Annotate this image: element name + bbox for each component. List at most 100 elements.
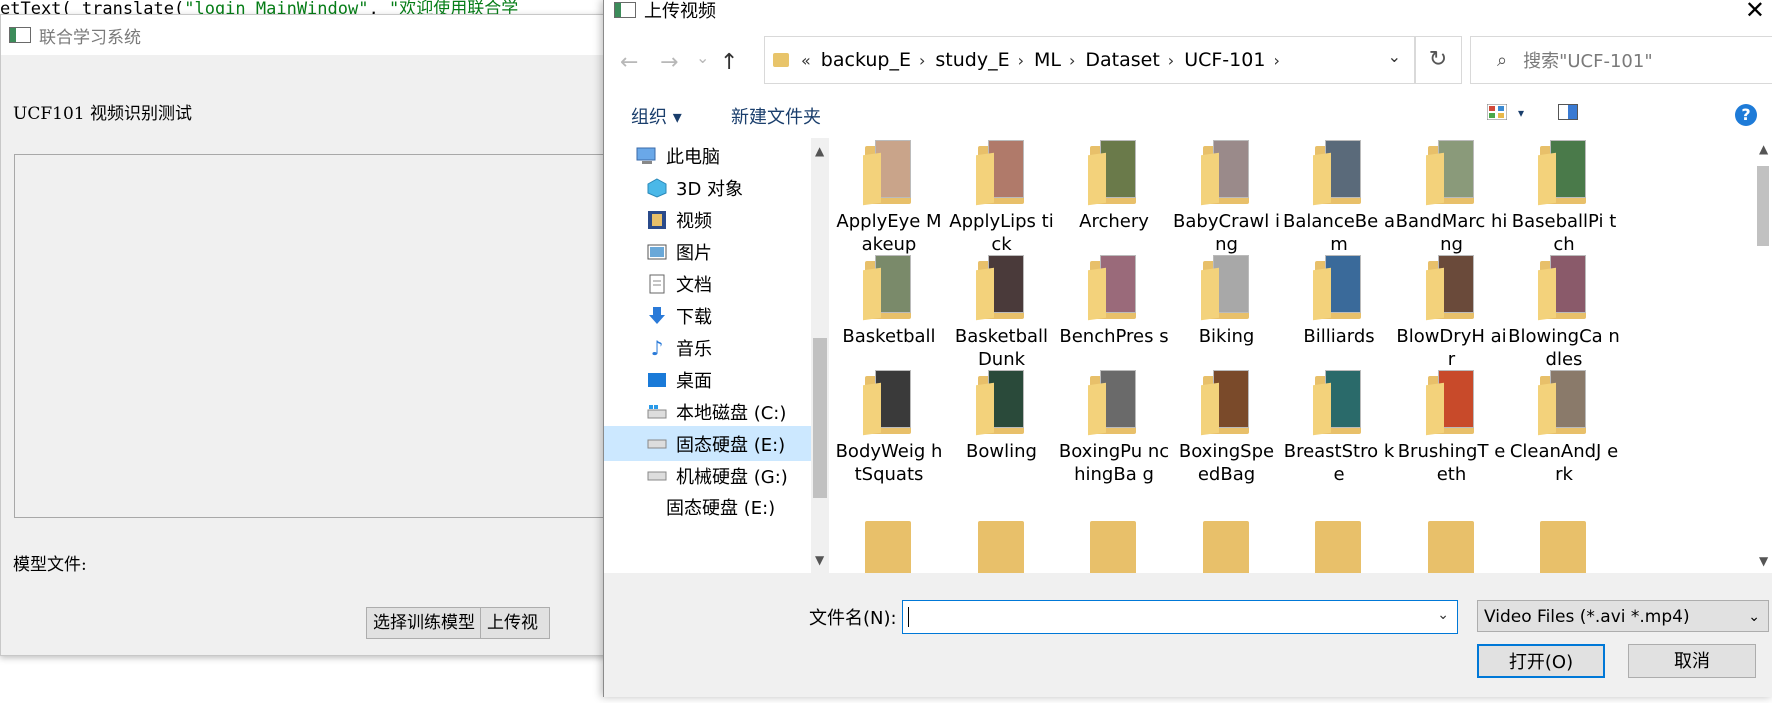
upload-video-button[interactable]: 上传视 bbox=[480, 607, 550, 639]
breadcrumb-item[interactable]: ML bbox=[1034, 49, 1061, 71]
nav-item-3d-objects[interactable]: 3D 对象 bbox=[604, 170, 822, 205]
chevron-down-icon[interactable]: ⌄ bbox=[1748, 601, 1760, 633]
folder-thumbnail-icon bbox=[1536, 255, 1592, 321]
organize-menu[interactable]: 组织 ▾ bbox=[631, 103, 682, 129]
select-model-button[interactable]: 选择训练模型 bbox=[366, 607, 482, 639]
folder-thumbnail-icon bbox=[1424, 140, 1480, 206]
close-icon[interactable]: ✕ bbox=[1745, 0, 1765, 24]
nav-item-this-pc[interactable]: 此电脑 bbox=[604, 138, 822, 173]
nav-item-downloads[interactable]: 下载 bbox=[604, 298, 822, 333]
folder-item[interactable]: BenchPres s bbox=[1058, 255, 1170, 348]
folder-item[interactable]: Bowling bbox=[946, 370, 1058, 463]
folder-item[interactable]: Basketball bbox=[833, 255, 945, 348]
folder-item-partial[interactable] bbox=[1508, 515, 1620, 573]
video-icon bbox=[646, 210, 668, 230]
folder-item[interactable]: BreastStro ke bbox=[1283, 370, 1395, 486]
folder-item-partial[interactable] bbox=[946, 515, 1058, 573]
folder-name: Bowling bbox=[966, 441, 1037, 462]
drive-e-icon bbox=[646, 434, 668, 454]
breadcrumb-chevron-icon[interactable]: › bbox=[1069, 51, 1075, 70]
search-input[interactable]: 搜索"UCF-101" bbox=[1523, 47, 1653, 73]
view-options-icon[interactable] bbox=[1486, 103, 1508, 125]
breadcrumb-chevron-icon[interactable]: › bbox=[1018, 51, 1024, 70]
recent-locations-icon[interactable]: ⌄ bbox=[696, 48, 709, 67]
preview-pane-icon[interactable] bbox=[1558, 104, 1578, 125]
nav-label: 桌面 bbox=[676, 370, 712, 392]
breadcrumb-item[interactable]: Dataset bbox=[1085, 49, 1159, 71]
file-type-select[interactable]: Video Files (*.avi *.mp4) ⌄ bbox=[1477, 600, 1769, 632]
refresh-icon[interactable]: ↻ bbox=[1414, 36, 1462, 84]
nav-scroll-thumb[interactable] bbox=[813, 338, 827, 498]
breadcrumb-chevron-icon[interactable]: › bbox=[919, 51, 925, 70]
content-scroll-thumb[interactable] bbox=[1757, 166, 1769, 246]
folder-item[interactable]: BodyWeig htSquats bbox=[833, 370, 945, 486]
breadcrumb-overflow[interactable]: « bbox=[801, 51, 811, 70]
folder-item[interactable]: Basketball Dunk bbox=[946, 255, 1058, 371]
address-dropdown-icon[interactable]: ⌄ bbox=[1388, 47, 1401, 66]
scroll-down-icon[interactable]: ▼ bbox=[815, 553, 824, 567]
folder-item[interactable]: ApplyLips tick bbox=[946, 140, 1058, 256]
folder-item[interactable]: BaseballPi tch bbox=[1508, 140, 1620, 256]
dialog-toolbar: 组织 ▾ 新建文件夹 ▾ ? bbox=[604, 96, 1772, 138]
folder-item-partial[interactable] bbox=[1283, 515, 1395, 573]
folder-thumbnail-icon bbox=[974, 370, 1030, 436]
folder-item-partial[interactable] bbox=[1171, 515, 1283, 573]
folder-item[interactable]: BandMarc hing bbox=[1396, 140, 1508, 256]
breadcrumb-item[interactable]: backup_E bbox=[821, 49, 911, 71]
folder-icon bbox=[1536, 515, 1592, 573]
folder-item[interactable]: BoxingSpe edBag bbox=[1171, 370, 1283, 486]
folder-item[interactable]: Archery bbox=[1058, 140, 1170, 233]
cancel-button[interactable]: 取消 bbox=[1628, 644, 1756, 678]
view-dropdown-icon[interactable]: ▾ bbox=[1518, 106, 1524, 120]
folder-item[interactable]: BlowDryH air bbox=[1396, 255, 1508, 371]
folder-item[interactable]: BabyCrawl ing bbox=[1171, 140, 1283, 256]
nav-scrollbar[interactable]: ▲ ▼ bbox=[811, 138, 829, 573]
scroll-down-icon[interactable]: ▼ bbox=[1759, 554, 1768, 568]
up-arrow-icon[interactable]: ↑ bbox=[720, 50, 738, 75]
nav-item-pictures[interactable]: 图片 bbox=[604, 234, 822, 269]
folder-icon bbox=[773, 53, 789, 67]
breadcrumb-item[interactable]: study_E bbox=[935, 49, 1009, 71]
address-bar[interactable]: « backup_E › study_E › ML › Dataset › UCF-10… bbox=[764, 36, 1416, 84]
nav-item-drive-g[interactable]: 机械硬盘 (G:) bbox=[604, 458, 822, 493]
nav-item-music[interactable]: ♪ 音乐 bbox=[604, 330, 822, 365]
folder-item-partial[interactable] bbox=[833, 515, 945, 573]
folder-item[interactable]: BlowingCa ndles bbox=[1508, 255, 1620, 371]
folder-thumbnail-icon bbox=[861, 255, 917, 321]
nav-item-drive-e-partial[interactable]: 固态硬盘 (E:) bbox=[604, 494, 822, 516]
new-folder-button[interactable]: 新建文件夹 bbox=[731, 103, 821, 129]
folder-item[interactable]: Billiards bbox=[1283, 255, 1395, 348]
chevron-down-icon[interactable]: ⌄ bbox=[1437, 607, 1449, 623]
folder-item[interactable]: CleanAndJ erk bbox=[1508, 370, 1620, 486]
folder-icon bbox=[861, 515, 917, 573]
nav-item-drive-e[interactable]: 固态硬盘 (E:) bbox=[604, 426, 822, 461]
filename-input[interactable]: ⌄ bbox=[902, 600, 1458, 634]
content-scrollbar[interactable]: ▲ ▼ bbox=[1754, 138, 1772, 573]
nav-item-videos[interactable]: 视频 bbox=[604, 202, 822, 237]
folder-icon bbox=[1424, 515, 1480, 573]
search-box[interactable]: ⌕ 搜索"UCF-101" bbox=[1470, 36, 1772, 84]
pc-icon bbox=[636, 146, 658, 166]
breadcrumb-chevron-icon[interactable]: › bbox=[1273, 51, 1279, 70]
drive-c-icon bbox=[646, 402, 668, 422]
folder-item[interactable]: BrushingT eeth bbox=[1396, 370, 1508, 486]
breadcrumb-chevron-icon[interactable]: › bbox=[1168, 51, 1174, 70]
folder-item-partial[interactable] bbox=[1396, 515, 1508, 573]
folder-item[interactable]: BalanceBe am bbox=[1283, 140, 1395, 256]
open-button[interactable]: 打开(O) bbox=[1477, 644, 1605, 678]
scroll-up-icon[interactable]: ▲ bbox=[1759, 142, 1768, 156]
folder-item-partial[interactable] bbox=[1058, 515, 1170, 573]
nav-item-drive-c[interactable]: 本地磁盘 (C:) bbox=[604, 394, 822, 429]
scroll-up-icon[interactable]: ▲ bbox=[815, 144, 824, 158]
nav-item-documents[interactable]: 文档 bbox=[604, 266, 822, 301]
search-icon: ⌕ bbox=[1497, 49, 1508, 71]
nav-item-desktop[interactable]: 桌面 bbox=[604, 362, 822, 397]
forward-arrow-icon[interactable]: → bbox=[660, 50, 678, 75]
folder-item[interactable]: BoxingPu nchingBa g bbox=[1058, 370, 1170, 486]
back-arrow-icon[interactable]: ← bbox=[620, 50, 638, 75]
folder-item[interactable]: Biking bbox=[1171, 255, 1283, 348]
help-icon[interactable]: ? bbox=[1735, 104, 1757, 126]
desktop-icon bbox=[646, 370, 668, 390]
breadcrumb-item[interactable]: UCF-101 bbox=[1184, 49, 1265, 71]
folder-item[interactable]: ApplyEye Makeup bbox=[833, 140, 945, 256]
